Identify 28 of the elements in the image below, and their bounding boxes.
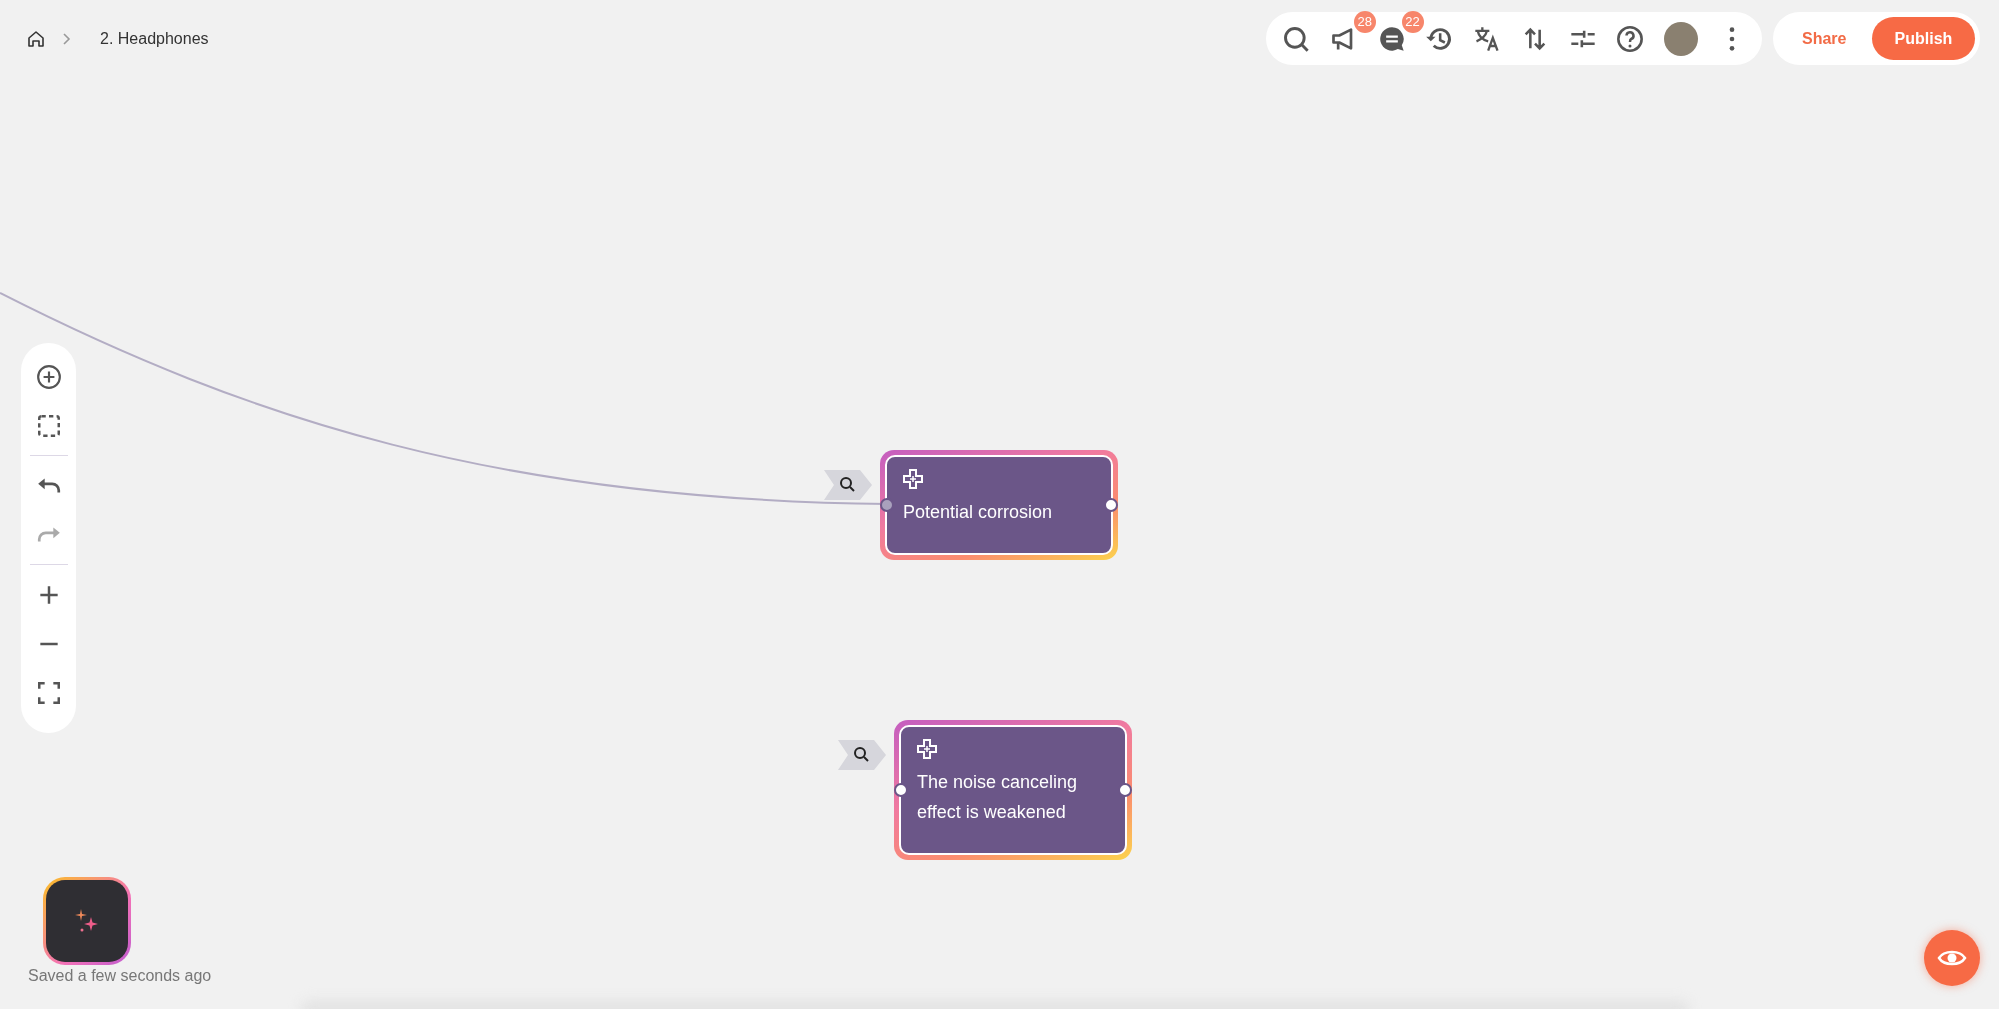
breadcrumb-title: 2. Headphones <box>100 29 209 49</box>
count-badge: 28 <box>1353 10 1376 33</box>
node-label: The noise canceling effect is weakened <box>917 771 1079 824</box>
chat-bubble-icon[interactable] <box>1377 24 1406 53</box>
chevron-right-icon <box>62 32 72 46</box>
ai-assistant-button[interactable] <box>43 877 131 965</box>
node-card[interactable]: The noise canceling effect is weakened <box>894 720 1132 860</box>
count-badge: 22 <box>1401 10 1424 33</box>
puzzle-cross-icon <box>917 739 937 759</box>
connection-handle[interactable] <box>894 783 908 797</box>
help-icon[interactable] <box>1616 24 1645 53</box>
search-icon[interactable] <box>1282 24 1310 53</box>
puzzle-cross-icon <box>903 469 923 489</box>
fullscreen-icon[interactable] <box>35 679 62 706</box>
connection-handle[interactable] <box>1104 498 1118 512</box>
home-icon[interactable] <box>26 29 46 49</box>
node-label: Potential corrosion <box>903 501 1054 524</box>
user-avatar[interactable] <box>1664 21 1699 56</box>
preview-button[interactable] <box>1924 930 1980 986</box>
search-tag-icon[interactable] <box>822 468 874 502</box>
search-tag-icon[interactable] <box>836 738 888 772</box>
add-circle-icon[interactable] <box>35 363 62 390</box>
eye-icon <box>1937 948 1967 968</box>
selection-icon[interactable] <box>35 412 62 439</box>
connection-handle[interactable] <box>880 498 894 512</box>
node-card[interactable]: Potential corrosion <box>880 450 1118 560</box>
connection-handle[interactable] <box>1118 783 1132 797</box>
save-status: Saved a few seconds ago <box>28 966 212 986</box>
